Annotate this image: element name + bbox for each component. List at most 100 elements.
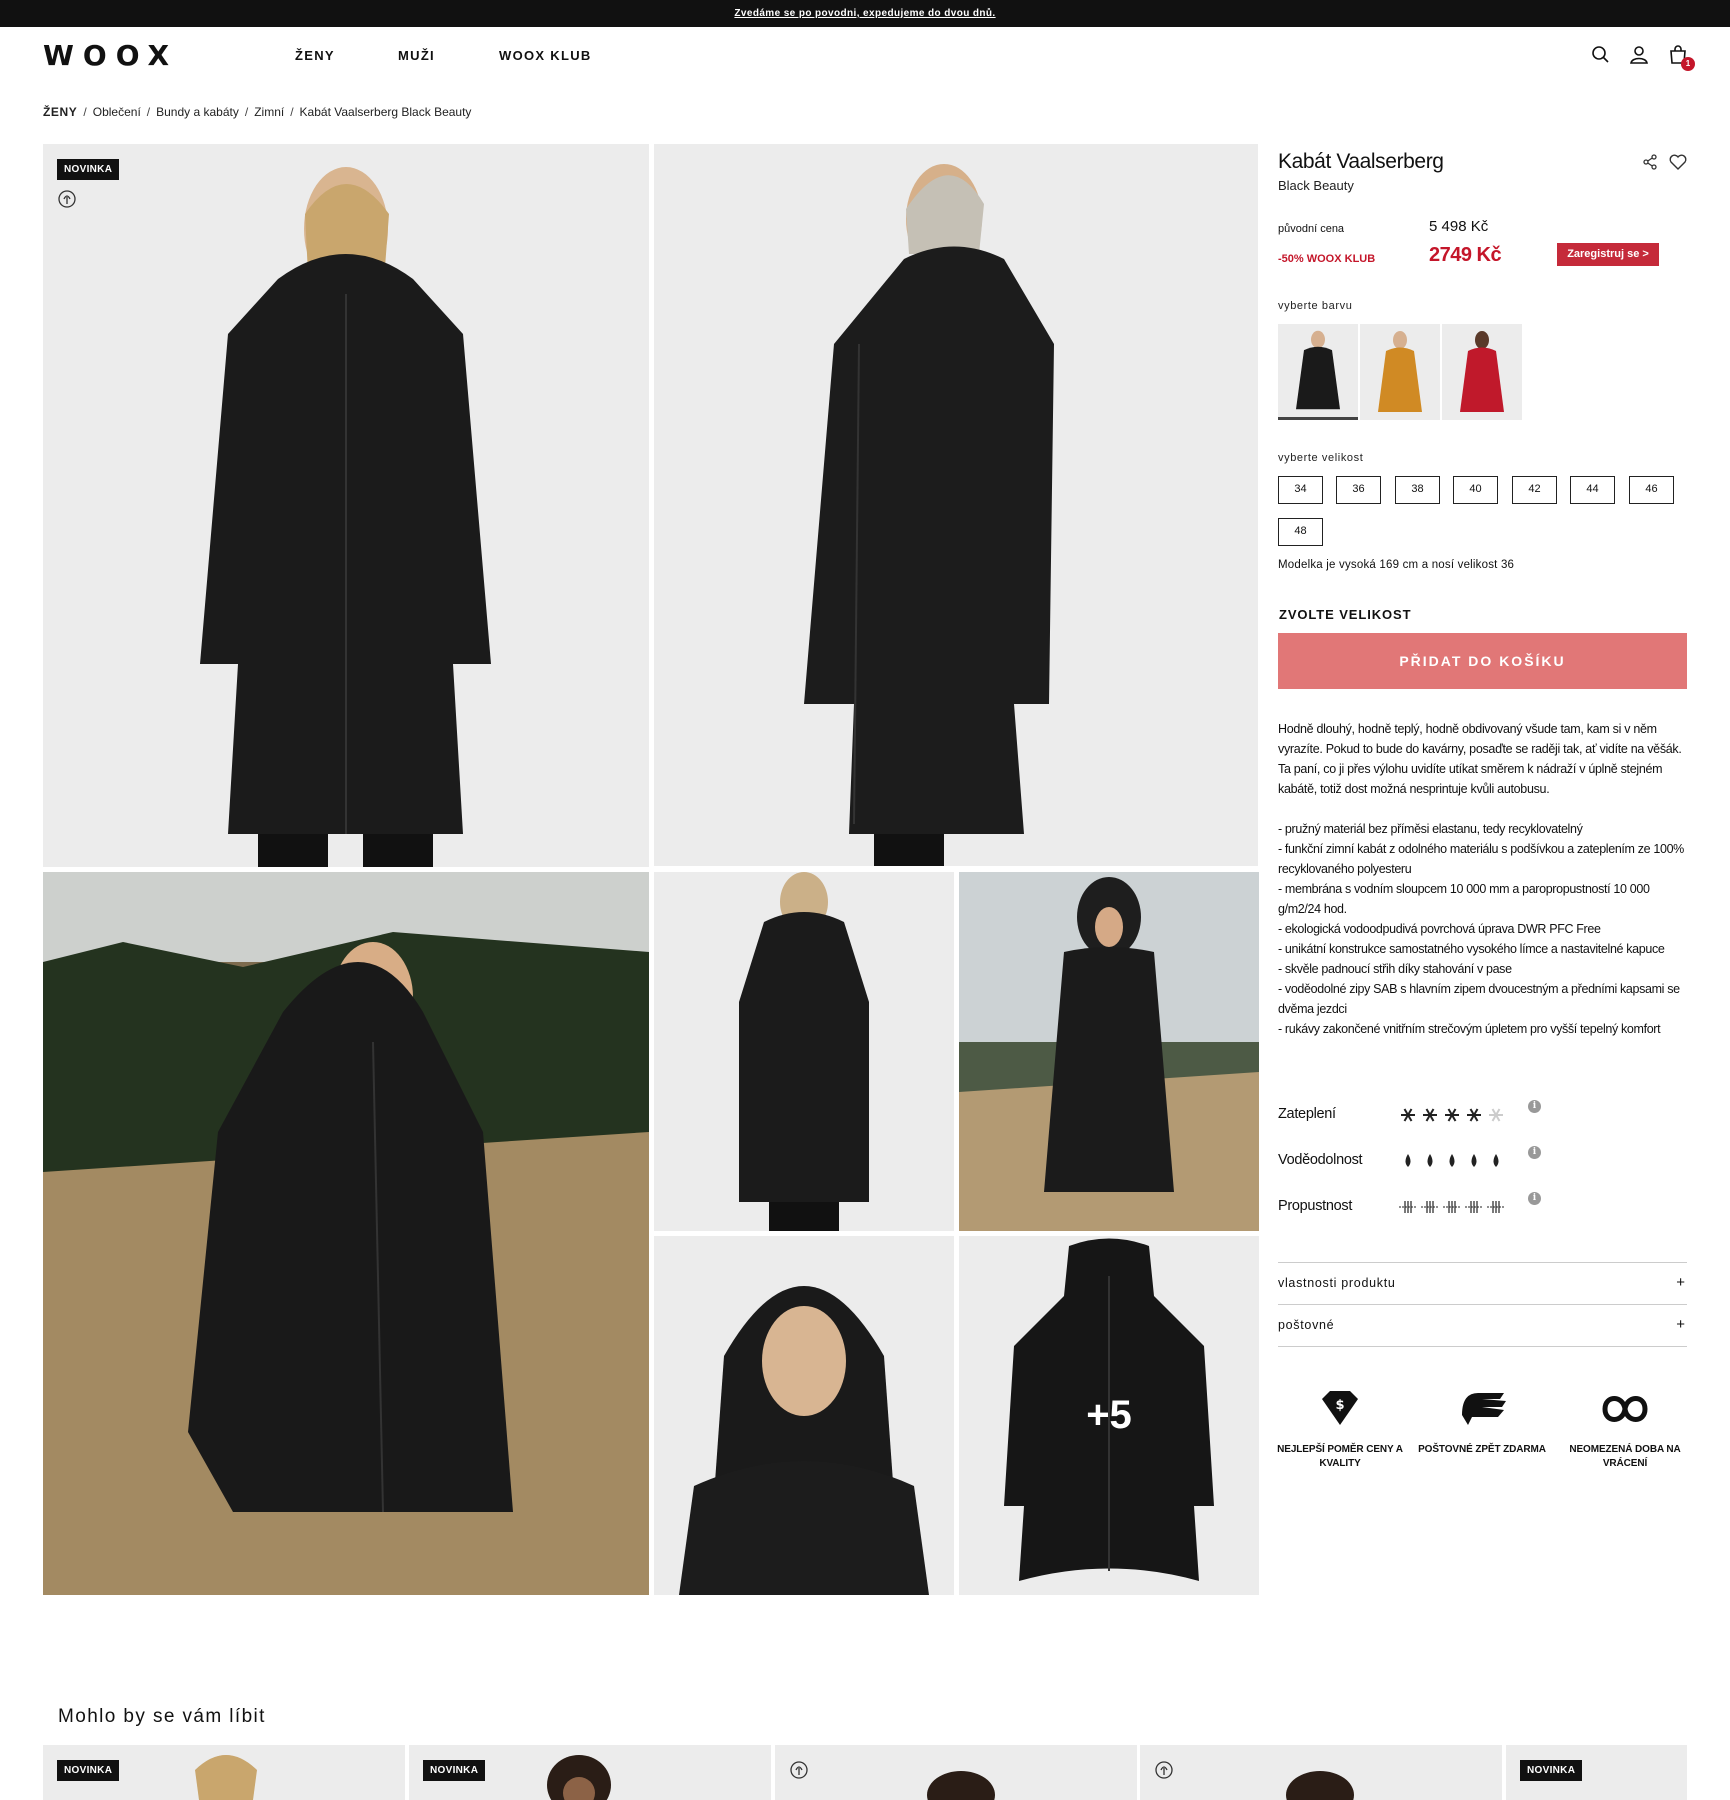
reco-card[interactable]	[775, 1745, 1137, 1800]
accordion-shipping[interactable]: poštovné +	[1278, 1304, 1687, 1346]
accordion-product-properties[interactable]: vlastnosti produktu +	[1278, 1262, 1687, 1304]
choose-size-heading: ZVOLTE VELIKOST	[1279, 607, 1412, 622]
model-size-note: Modelka je vysoká 169 cm a nosí velikost…	[1278, 559, 1515, 571]
gallery-image-hood[interactable]	[654, 1236, 954, 1595]
rating-label-insulation: Zateplení	[1278, 1106, 1336, 1122]
new-badge: NOVINKA	[1520, 1760, 1583, 1781]
breadcrumb-separator: /	[290, 105, 294, 119]
eco-icon	[1154, 1760, 1174, 1780]
snowflake-icon	[1445, 1108, 1459, 1122]
color-label: vyberte barvu	[1278, 300, 1353, 312]
size-button[interactable]: 42	[1512, 476, 1557, 504]
color-swatch-red[interactable]	[1442, 324, 1522, 420]
eco-icon	[789, 1760, 809, 1780]
user-icon[interactable]	[1627, 43, 1651, 67]
plus-icon: +	[1676, 1316, 1685, 1333]
gallery-image-outdoor-hood[interactable]	[959, 872, 1259, 1231]
color-swatch-black[interactable]	[1278, 324, 1358, 420]
product-subtitle: Black Beauty	[1278, 178, 1354, 193]
wing-icon	[1462, 1393, 1506, 1425]
feature-item: - ekologická vodoodpudivá povrchová úpra…	[1278, 922, 1601, 936]
product-title: Kabát Vaalserberg	[1278, 150, 1444, 173]
feature-item: - unikátní konstrukce samostatného vysok…	[1278, 942, 1665, 956]
gallery-image-side[interactable]	[654, 144, 1258, 866]
color-swatch-mustard[interactable]	[1360, 324, 1440, 420]
plus-icon: +	[1676, 1274, 1685, 1291]
size-button[interactable]: 38	[1395, 476, 1440, 504]
breadcrumb-item[interactable]: Oblečení	[93, 105, 141, 119]
breadcrumb-item[interactable]: ŽENY	[43, 105, 77, 119]
info-icon[interactable]: i	[1528, 1146, 1541, 1159]
vapor-icon	[1487, 1201, 1505, 1213]
usp-unlimited-return: NEOMEZENÁ DOBA NA VRÁCENÍ	[1557, 1385, 1693, 1471]
usp-best-value: $ NEJLEPŠÍ POMĚR CENY A KVALITY	[1272, 1385, 1408, 1471]
breadcrumb-item[interactable]: Bundy a kabáty	[156, 105, 239, 119]
feature-item: - voděodolné zipy SAB s hlavním zipem dv…	[1278, 982, 1680, 1016]
nav-woox-club[interactable]: WOOX KLUB	[499, 48, 592, 63]
rating-label-waterproof: Voděodolnost	[1278, 1152, 1363, 1168]
breadcrumb-current: Kabát Vaalserberg Black Beauty	[299, 105, 472, 119]
svg-text:$: $	[1335, 1398, 1344, 1413]
reco-card[interactable]: NOVINKA	[1506, 1745, 1687, 1800]
feature-list: - pružný materiál bez příměsi elastanu, …	[1278, 819, 1690, 1039]
drop-icon	[1471, 1154, 1477, 1167]
snowflake-icon	[1401, 1108, 1415, 1122]
gallery-image-front[interactable]: NOVINKA	[43, 144, 649, 867]
club-discount-label: -50% WOOX KLUB	[1278, 253, 1376, 265]
vapor-icon	[1443, 1201, 1461, 1213]
rating-label-breathability: Propustnost	[1278, 1198, 1353, 1214]
breadcrumb-separator: /	[244, 105, 249, 119]
breadcrumb: ŽENY / Oblečení / Bundy a kabáty / Zimní…	[43, 105, 471, 119]
heart-icon[interactable]	[1668, 152, 1688, 172]
recommendations-title: Mohlo by se vám líbit	[58, 1706, 266, 1727]
gallery-image-flat[interactable]: +5	[959, 1236, 1259, 1595]
more-photos-overlay[interactable]: +5	[959, 1236, 1259, 1595]
new-badge: NOVINKA	[57, 1760, 120, 1781]
vapor-icon	[1399, 1201, 1417, 1213]
diamond-icon: $	[1322, 1391, 1358, 1425]
vapor-icon	[1421, 1201, 1439, 1213]
usp-label: NEOMEZENÁ DOBA NA VRÁCENÍ	[1569, 1444, 1681, 1469]
size-button[interactable]: 40	[1453, 476, 1498, 504]
feature-item: - rukávy zakončené vnitřním strečovým úp…	[1278, 1022, 1661, 1036]
reco-card[interactable]: NOVINKA	[43, 1745, 405, 1800]
nav-women[interactable]: ŽENY	[295, 48, 335, 63]
vapor-icon	[1465, 1201, 1483, 1213]
feature-item: - funkční zimní kabát z odolného materiá…	[1278, 842, 1684, 876]
add-to-cart-button[interactable]: PŘIDAT DO KOŠÍKU	[1278, 633, 1687, 689]
announcement-bar[interactable]: Zvedáme se po povodni, expedujeme do dvo…	[0, 0, 1730, 27]
size-button[interactable]: 36	[1336, 476, 1381, 504]
register-button[interactable]: Zaregistruj se >	[1557, 243, 1659, 266]
size-button[interactable]: 48	[1278, 518, 1323, 546]
reco-card[interactable]: NOVINKA	[409, 1745, 771, 1800]
nav-men[interactable]: MUŽI	[398, 48, 435, 63]
usp-label: POŠTOVNÉ ZPĚT ZDARMA	[1418, 1444, 1546, 1455]
drop-icon	[1405, 1154, 1411, 1167]
info-icon[interactable]: i	[1528, 1192, 1541, 1205]
insulation-rating	[1396, 1103, 1506, 1127]
breathability-rating	[1396, 1195, 1506, 1219]
site-header: WOOX ŽENY MUŽI WOOX KLUB	[0, 27, 1730, 82]
snowflake-icon	[1489, 1108, 1503, 1122]
size-button[interactable]: 34	[1278, 476, 1323, 504]
cart-count-badge: 1	[1681, 57, 1695, 71]
search-icon[interactable]	[1589, 43, 1613, 67]
reco-card[interactable]	[1140, 1745, 1502, 1800]
info-icon[interactable]: i	[1528, 1100, 1541, 1113]
size-button[interactable]: 46	[1629, 476, 1674, 504]
size-button[interactable]: 44	[1570, 476, 1615, 504]
feature-item: - skvěle padnoucí střih díky stahování v…	[1278, 962, 1512, 976]
club-price: 2749 Kč	[1429, 244, 1502, 266]
breadcrumb-separator: /	[146, 105, 151, 119]
snowflake-icon	[1467, 1108, 1481, 1122]
snowflake-icon	[1423, 1108, 1437, 1122]
share-icon[interactable]	[1641, 153, 1659, 171]
usp-free-return: POŠTOVNÉ ZPĚT ZDARMA	[1414, 1385, 1550, 1457]
usp-label: NEJLEPŠÍ POMĚR CENY A KVALITY	[1277, 1444, 1403, 1469]
breadcrumb-item[interactable]: Zimní	[254, 105, 284, 119]
gallery-image-back[interactable]	[654, 872, 954, 1231]
original-price: 5 498 Kč	[1429, 218, 1489, 235]
gallery-image-outdoor[interactable]	[43, 872, 649, 1595]
logo[interactable]: WOOX	[43, 39, 178, 72]
feature-item: - membrána s vodním sloupcem 10 000 mm a…	[1278, 882, 1650, 916]
